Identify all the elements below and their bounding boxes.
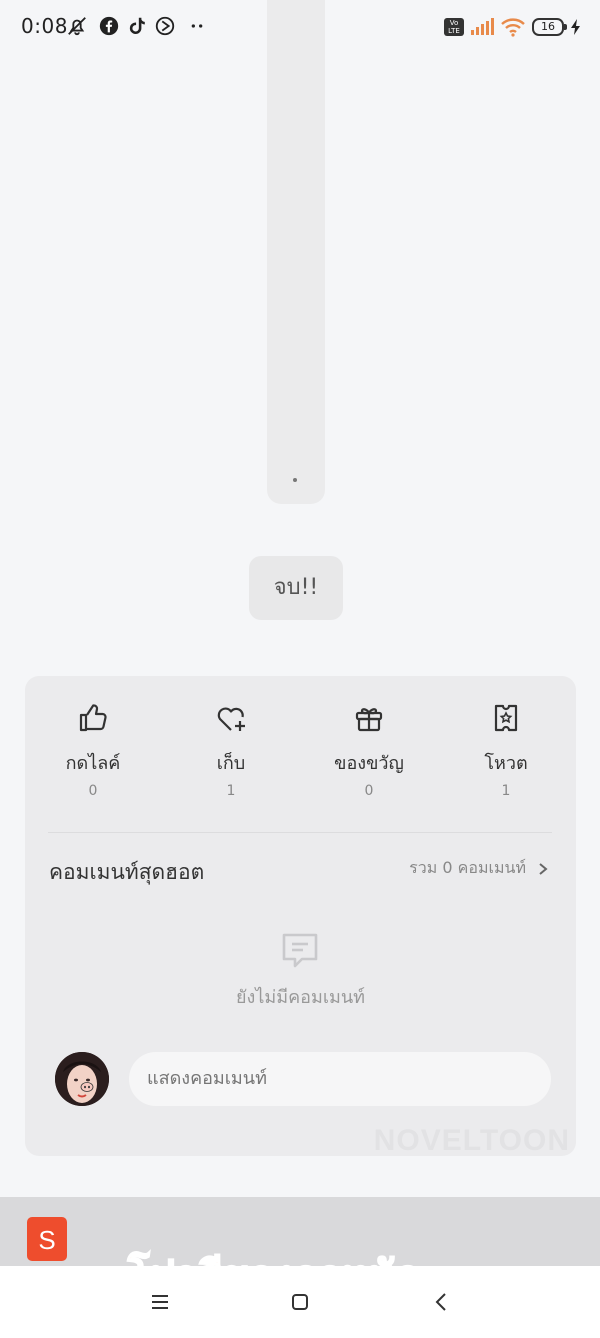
comment-input[interactable] [129,1052,551,1106]
ad-headline: โปรดีของถูกหนัก [127,1243,421,1267]
total-comments-count: รวม 0 คอมเมนท์ [409,858,526,877]
heart-plus-icon [217,707,245,731]
interaction-card: กดไลค์ 0 เก็บ 1 ของขวัญ 0 โหวต 1 คอมเมนท… [25,676,576,1156]
chapter-end-badge: จบ!! [249,556,343,620]
tiktok-icon [129,17,145,35]
home-icon[interactable] [288,1290,312,1314]
bookmark-label: เก็บ [216,753,246,774]
vote-button[interactable]: โหวต 1 [446,700,566,799]
like-label: กดไลค์ [65,753,121,774]
play-circle-icon [155,16,175,36]
user-avatar-image [55,1052,109,1106]
hot-comments-title: คอมเมนท์สุดฮอต [49,860,205,884]
chapter-dot [293,478,297,482]
status-right-group: Vo LTE 16 [444,16,582,38]
battery-icon: 16 [532,18,567,36]
vote-ticket-icon [494,704,518,732]
bookmark-button[interactable]: เก็บ 1 [171,700,291,799]
gift-label: ของขวัญ [334,753,404,774]
chapter-image-placeholder [267,0,325,504]
charging-bolt-icon [571,19,580,35]
vote-label: โหวต [484,753,528,774]
no-comments-text: ยังไม่มีคอมเมนท์ [235,987,366,1008]
wifi-icon [501,18,525,37]
system-nav-bar [0,1266,600,1338]
comment-bubble-icon [282,933,318,968]
chevron-right-icon [539,862,548,875]
user-avatar[interactable] [55,1052,109,1106]
vote-count: 1 [501,783,511,799]
all-comments-link[interactable]: รวม 0 คอมเมนท์ [409,856,550,881]
like-button[interactable]: กดไลค์ 0 [33,700,153,799]
facebook-icon [99,16,119,36]
back-icon[interactable] [430,1290,454,1314]
noveltoon-watermark: NOVELTOON [373,1124,570,1156]
gift-count: 0 [364,783,374,799]
signal-icon [471,18,494,35]
gift-button[interactable]: ของขวัญ 0 [309,700,429,799]
card-divider [48,832,552,833]
ad-banner[interactable]: S โปรดีของถูกหนัก [0,1197,600,1267]
menu-icon[interactable] [148,1290,172,1314]
gift-icon [355,708,383,732]
like-count: 0 [88,783,98,799]
status-time: 0:08 [21,14,68,38]
volte-icon: Vo LTE [444,18,464,36]
silent-bell-icon [68,17,86,36]
thumbs-up-icon [79,704,107,732]
shopee-logo-icon: S [27,1217,67,1261]
more-dots-icon [191,24,203,28]
bookmark-count: 1 [226,783,236,799]
